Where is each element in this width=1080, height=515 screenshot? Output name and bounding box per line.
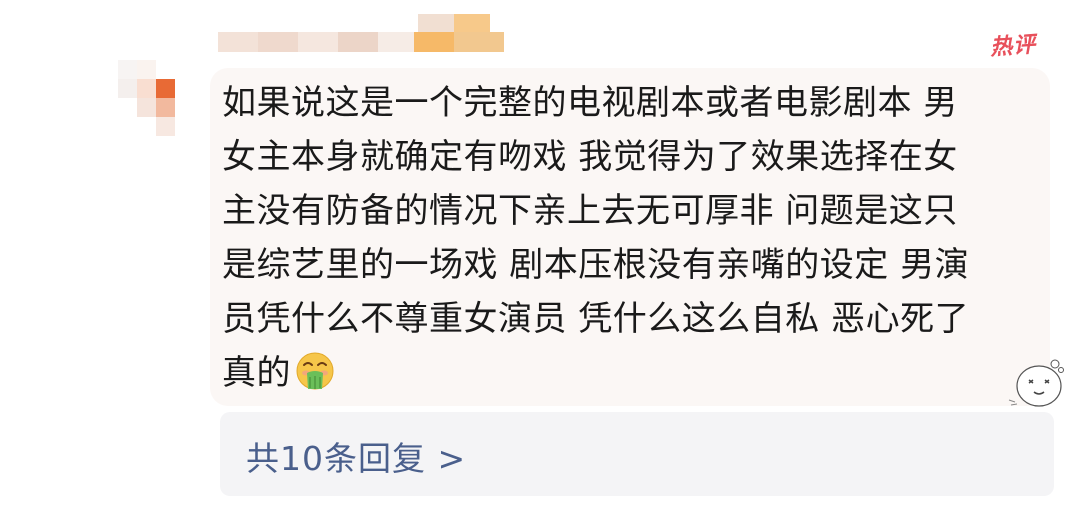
comment-card: 热评 如果说这是一个完整的电视剧本或者电影剧本 男 女主本身就确定有吻戏 我觉得… xyxy=(0,0,1080,515)
comment-line: 主没有防备的情况下亲上去无可厚非 问题是这只 xyxy=(222,191,958,231)
avatar-pixelated[interactable] xyxy=(118,60,196,138)
view-replies-button[interactable]: 共10条回复 > xyxy=(220,412,1054,496)
comment-line: 女主本身就确定有吻戏 我觉得为了效果选择在女 xyxy=(222,137,958,177)
replies-count-label[interactable]: 共10条回复 > xyxy=(246,432,466,480)
comment-line-text: 真的 xyxy=(222,353,291,393)
hot-comment-badge: 热评 xyxy=(989,31,1038,61)
comment-body: 如果说这是一个完整的电视剧本或者电影剧本 男 女主本身就确定有吻戏 我觉得为了效… xyxy=(222,76,1012,400)
sticker-icon xyxy=(1008,359,1064,407)
comment-line: 员凭什么不尊重女演员 凭什么这么自私 恶心死了 xyxy=(222,299,970,339)
username-pixelated[interactable] xyxy=(218,14,508,54)
vomiting-face-emoji xyxy=(296,352,334,390)
comment-line: 如果说这是一个完整的电视剧本或者电影剧本 男 xyxy=(222,83,958,123)
comment-line-last: 真的 xyxy=(222,346,1012,400)
comment-line: 是综艺里的一场戏 剧本压根没有亲嘴的设定 男演 xyxy=(222,245,970,285)
